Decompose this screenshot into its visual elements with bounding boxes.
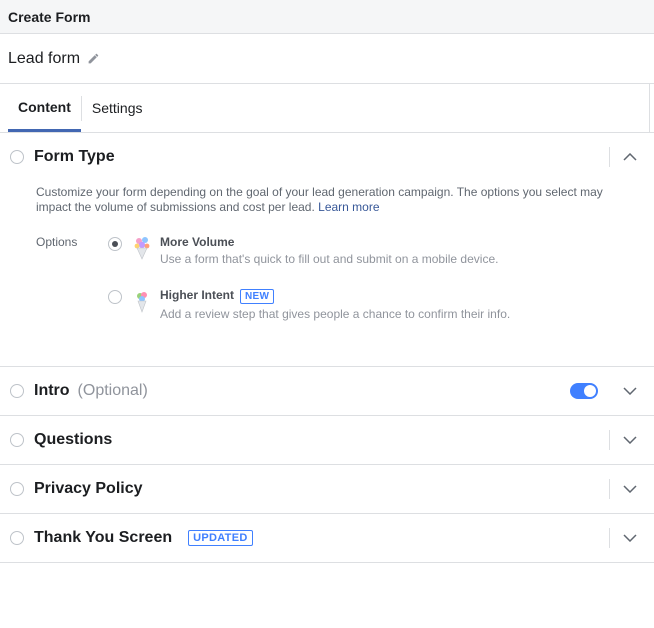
chevron-up-icon[interactable]	[622, 149, 638, 165]
section-thank-you: Thank You Screen UPDATED	[0, 514, 654, 563]
option-description: Add a review step that gives people a ch…	[160, 307, 511, 321]
toggle-knob	[584, 385, 596, 397]
option-title-text: Higher Intent	[160, 288, 234, 302]
pencil-icon[interactable]	[87, 52, 100, 65]
option-title: More Volume	[160, 235, 235, 249]
status-circle-icon	[10, 531, 24, 545]
option-higher-intent[interactable]: Higher Intent NEW Add a review step that …	[108, 288, 510, 321]
section-questions: Questions	[0, 416, 654, 465]
section-title: Intro	[34, 382, 70, 399]
form-name[interactable]: Lead form	[8, 50, 80, 68]
section-privacy-policy: Privacy Policy	[0, 465, 654, 514]
chevron-down-icon[interactable]	[622, 432, 638, 448]
tab-content[interactable]: Content	[8, 84, 81, 132]
intro-toggle[interactable]	[570, 383, 598, 399]
status-circle-icon	[10, 384, 24, 398]
section-questions-header[interactable]: Questions	[0, 416, 654, 464]
bouquet-icon	[134, 237, 150, 260]
option-description: Use a form that's quick to fill out and …	[160, 252, 499, 266]
section-intro: Intro (Optional)	[0, 367, 654, 416]
section-title: Questions	[34, 431, 113, 448]
section-title: Thank You Screen	[34, 529, 173, 546]
learn-more-link[interactable]: Learn more	[318, 200, 379, 214]
section-thank-you-header[interactable]: Thank You Screen UPDATED	[0, 514, 654, 562]
divider	[609, 479, 610, 499]
chevron-down-icon[interactable]	[622, 530, 638, 546]
form-type-body: Customize your form depending on the goa…	[0, 181, 654, 366]
radio-higher-intent[interactable]	[108, 290, 122, 304]
tab-bar: Content Settings	[0, 84, 654, 133]
status-circle-icon	[10, 433, 24, 447]
page-header: Create Form	[0, 0, 654, 34]
divider	[609, 147, 610, 167]
tab-settings-label: Settings	[91, 100, 143, 116]
page-title: Create Form	[8, 8, 91, 25]
panel-edge	[649, 84, 650, 132]
new-badge: NEW	[240, 289, 275, 304]
tab-settings[interactable]: Settings	[82, 84, 153, 132]
section-intro-header[interactable]: Intro (Optional)	[0, 367, 654, 415]
form-name-bar: Lead form	[0, 34, 654, 84]
form-type-description: Customize your form depending on the goa…	[36, 185, 634, 215]
updated-badge: UPDATED	[188, 530, 253, 546]
radio-more-volume[interactable]	[108, 237, 122, 251]
option-title: Higher Intent NEW	[160, 288, 510, 304]
option-more-volume[interactable]: More Volume Use a form that's quick to f…	[108, 235, 498, 266]
section-form-type-header[interactable]: Form Type	[0, 133, 654, 181]
section-privacy-header[interactable]: Privacy Policy	[0, 465, 654, 513]
optional-label: (Optional)	[77, 382, 148, 399]
divider	[609, 528, 610, 548]
tab-content-label: Content	[18, 98, 71, 115]
options-label: Options	[36, 235, 78, 249]
status-circle-icon	[10, 150, 24, 164]
flower-icon	[137, 292, 147, 313]
status-circle-icon	[10, 482, 24, 496]
section-title: Form Type	[34, 148, 115, 165]
section-form-type: Form Type Customize your form depending …	[0, 133, 654, 367]
section-title: Privacy Policy	[34, 480, 143, 497]
chevron-down-icon[interactable]	[622, 383, 638, 399]
divider	[609, 430, 610, 450]
chevron-down-icon[interactable]	[622, 481, 638, 497]
